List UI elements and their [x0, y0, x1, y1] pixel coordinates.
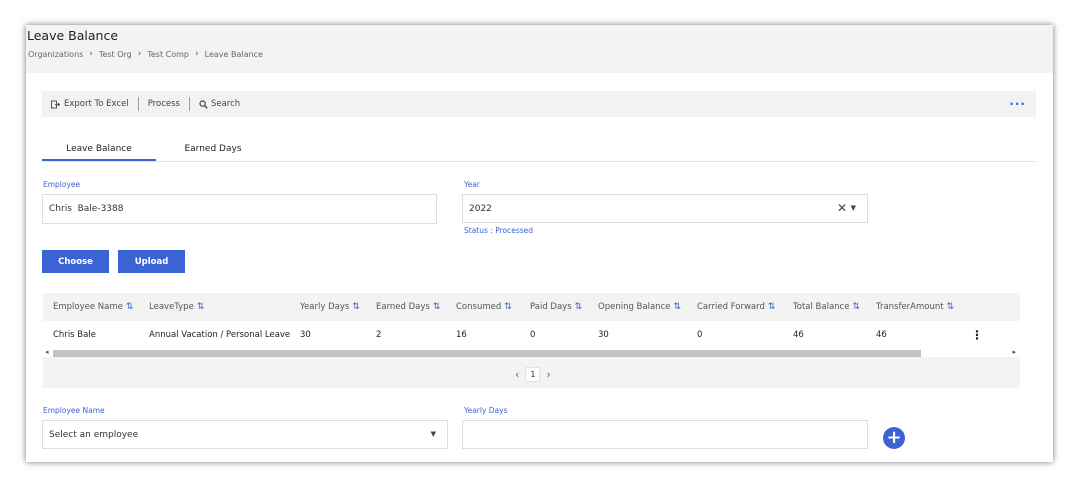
- choose-button[interactable]: Choose: [42, 250, 109, 273]
- sort-icon[interactable]: ⇅: [575, 302, 583, 312]
- column-header-total-balance[interactable]: Total Balance ⇅: [793, 293, 860, 321]
- cell-carried-forward: 0: [697, 330, 703, 340]
- sort-icon[interactable]: ⇅: [433, 302, 441, 312]
- column-header-label: Consumed: [456, 302, 502, 312]
- sort-icon[interactable]: ⇅: [947, 302, 955, 312]
- cell-earned-days: 2: [376, 330, 382, 340]
- employee-field[interactable]: Chris Bale-3388: [42, 194, 437, 224]
- cell-leave-type: Annual Vacation / Personal Leave: [149, 330, 291, 340]
- employee-label: Employee: [43, 180, 81, 189]
- upload-button[interactable]: Upload: [118, 250, 185, 273]
- cell-employee-name: Chris Bale: [53, 330, 96, 340]
- pagination: ‹ 1 ›: [509, 367, 557, 382]
- process-label: Process: [147, 99, 180, 109]
- scrollbar-thumb[interactable]: [53, 350, 921, 357]
- scroll-left-icon[interactable]: ◂: [45, 348, 49, 356]
- cell-yearly-days: 30: [300, 330, 311, 340]
- column-header-label: Paid Days: [530, 302, 572, 312]
- column-header-yearly-days[interactable]: Yearly Days ⇅: [300, 293, 360, 321]
- sort-icon[interactable]: ⇅: [197, 302, 205, 312]
- caret-down-icon[interactable]: ▼: [431, 430, 436, 438]
- employee-value: Chris Bale-3388: [49, 204, 124, 214]
- search-button[interactable]: Search: [190, 97, 249, 111]
- column-header-label: Employee Name: [53, 302, 123, 312]
- employee-name-label: Employee Name: [43, 406, 105, 415]
- employee-name-placeholder: Select an employee: [49, 429, 139, 440]
- export-to-excel-label: Export To Excel: [64, 99, 129, 109]
- column-header-opening-balance[interactable]: Opening Balance ⇅: [598, 293, 681, 321]
- more-options-icon[interactable]: ···: [1009, 97, 1026, 111]
- column-header-earned-days[interactable]: Earned Days ⇅: [376, 293, 440, 321]
- previous-page-icon[interactable]: ‹: [509, 368, 525, 381]
- sort-icon[interactable]: ⇅: [352, 302, 360, 312]
- column-header-label: Opening Balance: [598, 302, 671, 312]
- column-header-transfer-amount[interactable]: TransferAmount ⇅: [876, 293, 954, 321]
- cell-total-balance: 46: [793, 330, 804, 340]
- page-number[interactable]: 1: [525, 367, 541, 382]
- add-icon[interactable]: +: [883, 427, 905, 449]
- scroll-right-icon[interactable]: ▸: [1012, 348, 1016, 356]
- year-value: 2022: [469, 203, 492, 214]
- app-window: Leave Balance Organizations › Test Org ›…: [26, 25, 1053, 462]
- tab-earned-days[interactable]: Earned Days: [156, 138, 270, 161]
- chevron-right-icon: ›: [89, 49, 93, 59]
- column-header-paid-days[interactable]: Paid Days ⇅: [530, 293, 582, 321]
- column-header-label: Earned Days: [376, 302, 430, 312]
- column-header-label: LeaveType: [149, 302, 194, 312]
- employee-name-select[interactable]: Select an employee ▼: [42, 420, 448, 449]
- grid-header: Employee Name ⇅ LeaveType ⇅ Yearly Days ⇅ E…: [43, 293, 1020, 321]
- cell-paid-days: 0: [530, 330, 536, 340]
- column-header-label: Carried Forward: [697, 302, 765, 312]
- caret-down-icon[interactable]: ▼: [851, 204, 856, 212]
- toolbar: Export To Excel Process Search ···: [42, 91, 1036, 117]
- clear-icon[interactable]: ✕: [837, 201, 847, 215]
- column-header-label: Yearly Days: [300, 302, 350, 312]
- yearly-days-input[interactable]: [462, 420, 868, 449]
- process-button[interactable]: Process: [139, 97, 189, 111]
- chevron-right-icon: ›: [137, 49, 142, 59]
- sort-icon[interactable]: ⇅: [673, 302, 681, 312]
- column-header-label: TransferAmount: [876, 302, 944, 312]
- table-row[interactable]: Chris Bale Annual Vacation / Personal Le…: [43, 321, 1020, 349]
- cell-opening-balance: 30: [598, 330, 609, 340]
- column-header-consumed[interactable]: Consumed ⇅: [456, 293, 512, 321]
- leave-balance-grid: Employee Name ⇅ LeaveType ⇅ Yearly Days ⇅ E…: [43, 293, 1020, 388]
- tab-bar: Leave Balance Earned Days: [42, 138, 1036, 162]
- breadcrumb-test-comp[interactable]: Test Comp: [147, 50, 189, 59]
- excel-export-icon: [51, 100, 60, 108]
- breadcrumb: Organizations › Test Org › Test Comp › L…: [28, 49, 263, 59]
- tab-leave-balance[interactable]: Leave Balance: [42, 138, 156, 161]
- year-label: Year: [464, 180, 480, 189]
- column-header-employee-name[interactable]: Employee Name ⇅: [53, 293, 133, 321]
- breadcrumb-test-org[interactable]: Test Org: [99, 50, 132, 59]
- breadcrumb-organizations[interactable]: Organizations: [28, 50, 83, 59]
- year-select[interactable]: 2022 ✕ ▼: [462, 194, 868, 223]
- next-page-icon[interactable]: ›: [540, 368, 556, 381]
- row-actions-icon[interactable]: ⋮: [971, 321, 983, 349]
- export-to-excel-button[interactable]: Export To Excel: [42, 97, 138, 111]
- breadcrumb-leave-balance: Leave Balance: [204, 49, 263, 59]
- cell-consumed: 16: [456, 330, 467, 340]
- chevron-right-icon: ›: [195, 49, 199, 59]
- sort-icon[interactable]: ⇅: [126, 302, 134, 312]
- horizontal-scrollbar[interactable]: ◂ ▸: [43, 348, 1020, 357]
- column-header-carried-forward[interactable]: Carried Forward ⇅: [697, 293, 775, 321]
- sort-icon[interactable]: ⇅: [768, 302, 776, 312]
- column-header-leave-type[interactable]: LeaveType ⇅: [149, 293, 204, 321]
- column-header-label: Total Balance: [793, 302, 850, 312]
- sort-icon[interactable]: ⇅: [504, 302, 512, 312]
- cell-transfer-amount: 46: [876, 330, 887, 340]
- page-header: Leave Balance Organizations › Test Org ›…: [26, 25, 1053, 73]
- search-label: Search: [210, 99, 241, 109]
- status-text: Status : Processed: [464, 226, 534, 235]
- search-icon: [199, 99, 208, 109]
- yearly-days-label: Yearly Days: [464, 406, 508, 415]
- sort-icon[interactable]: ⇅: [852, 302, 860, 312]
- page-title: Leave Balance: [27, 28, 119, 43]
